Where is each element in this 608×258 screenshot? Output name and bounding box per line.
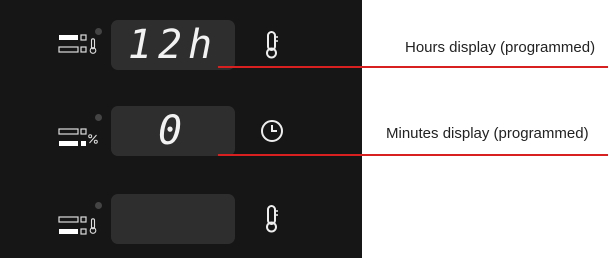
percent-icon [88,134,98,144]
minutes-callout-label: Minutes display (programmed) [386,125,589,142]
thermometer-icon[interactable] [258,30,286,60]
program-indicator [55,202,105,246]
thermometer-icon [89,38,97,54]
display-row-empty [0,194,362,254]
hours-callout-line [218,66,608,68]
clock-icon[interactable] [258,116,286,146]
status-led [95,202,102,209]
thermometer-icon [89,218,97,234]
control-panel: 12h 0 [0,0,362,258]
hours-callout-label: Hours display (programmed) [405,39,596,56]
status-led [95,28,102,35]
display-row-minutes: 0 [0,106,362,166]
program-indicator [55,114,105,158]
empty-display [111,194,235,244]
program-indicator [55,28,105,72]
status-led [95,114,102,121]
display-row-hours: 12h [0,20,362,80]
hours-value: 12h [127,22,219,68]
thermometer-icon[interactable] [258,204,286,234]
minutes-display: 0 [111,106,235,156]
minutes-callout-line [218,154,608,156]
minutes-value: 0 [157,108,189,154]
hours-display: 12h [111,20,235,70]
